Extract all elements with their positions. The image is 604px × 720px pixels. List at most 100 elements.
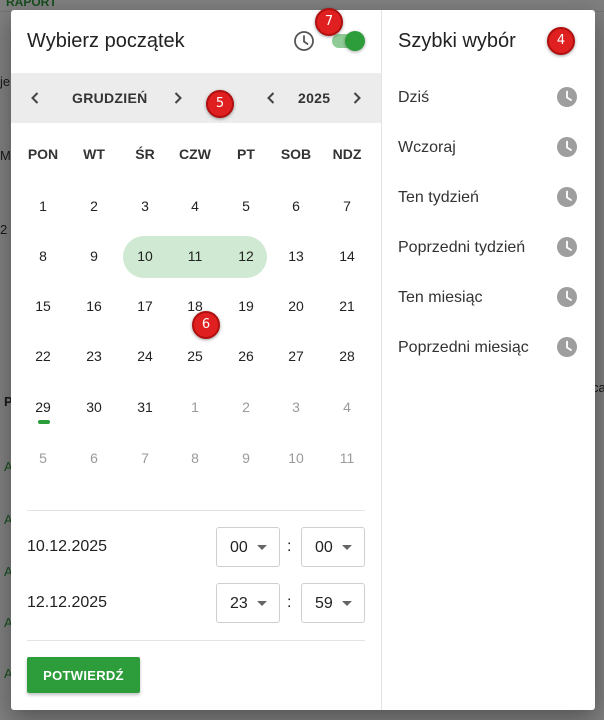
caret-down-icon <box>257 601 267 606</box>
toggle-knob <box>345 31 365 51</box>
picker-title: Wybierz początek <box>27 30 185 52</box>
calendar-day[interactable]: 9 <box>221 438 271 478</box>
end-minute-select[interactable]: 59 <box>301 583 365 623</box>
start-hour-select[interactable]: 00 <box>216 527 280 567</box>
calendar-day[interactable]: 4 <box>322 387 372 427</box>
calendar-day[interactable]: 15 <box>18 286 68 326</box>
calendar-day[interactable]: 17 <box>120 286 170 326</box>
annotation-marker: 6 <box>192 311 220 339</box>
quick-select-title: Szybki wybór <box>398 30 516 52</box>
annotation-marker: 7 <box>315 8 343 36</box>
confirm-button[interactable]: POTWIERDŹ <box>27 657 140 693</box>
quick-select-item[interactable]: Dziś <box>382 78 595 118</box>
calendar-day[interactable]: 2 <box>221 387 271 427</box>
next-year-chevron-right-icon[interactable] <box>347 88 367 108</box>
time-toggle[interactable] <box>332 31 365 51</box>
clock-icon <box>294 31 314 51</box>
calendar-day[interactable]: 14 <box>322 236 372 276</box>
end-hour-value: 23 <box>230 595 248 612</box>
start-minute-select[interactable]: 00 <box>301 527 365 567</box>
quick-select-label: Dziś <box>398 89 430 106</box>
calendar-day[interactable]: 7 <box>120 438 170 478</box>
calendar-day[interactable]: 22 <box>18 336 68 376</box>
quick-select-label: Wczoraj <box>398 139 456 156</box>
today-indicator <box>38 420 50 424</box>
clock-icon <box>557 287 577 307</box>
calendar-day[interactable]: 16 <box>69 286 119 326</box>
quick-select-panel: Szybki wybór Dziś Wczoraj Ten tydzień Poprz… <box>381 10 595 710</box>
clock-icon <box>557 337 577 357</box>
calendar-day[interactable]: 30 <box>69 387 119 427</box>
weekday-label: NDZ <box>332 146 362 162</box>
calendar-day[interactable]: 21 <box>322 286 372 326</box>
quick-select-label: Poprzedni tydzień <box>398 239 526 256</box>
calendar-day[interactable]: 5 <box>18 438 68 478</box>
time-colon: : <box>287 538 292 555</box>
calendar-day[interactable]: 3 <box>271 387 321 427</box>
calendar-day[interactable]: 7 <box>322 186 372 226</box>
calendar-day[interactable]: 4 <box>170 186 220 226</box>
weekday-label: PON <box>27 146 59 162</box>
calendar-day[interactable]: 5 <box>221 186 271 226</box>
calendar-day[interactable]: 28 <box>322 336 372 376</box>
clock-icon <box>557 187 577 207</box>
start-date-text: 10.12.2025 <box>27 538 108 555</box>
date-picker-dialog: Wybierz początek GRUDZIEŃ 2025 PON WT ŚR… <box>11 10 595 710</box>
calendar-day[interactable]: 10 <box>120 236 170 276</box>
calendar-day[interactable]: 2 <box>69 186 119 226</box>
start-minute-value: 00 <box>315 539 333 556</box>
calendar-day[interactable]: 8 <box>18 236 68 276</box>
next-month-chevron-right-icon[interactable] <box>168 88 188 108</box>
calendar-day[interactable]: 3 <box>120 186 170 226</box>
quick-select-item[interactable]: Ten miesiąc <box>382 278 595 318</box>
quick-select-item[interactable]: Poprzedni miesiąc <box>382 328 595 368</box>
divider <box>27 640 365 641</box>
annotation-marker: 5 <box>206 90 234 118</box>
calendar-panel: Wybierz początek GRUDZIEŃ 2025 PON WT ŚR… <box>11 10 381 710</box>
quick-select-item[interactable]: Ten tydzień <box>382 178 595 218</box>
weekday-label: CZW <box>179 146 211 162</box>
divider <box>27 510 365 511</box>
calendar-day[interactable]: 12 <box>221 236 271 276</box>
prev-year-chevron-left-icon[interactable] <box>261 88 281 108</box>
calendar-day[interactable]: 6 <box>271 186 321 226</box>
calendar-day[interactable]: 11 <box>170 236 220 276</box>
caret-down-icon <box>342 601 352 606</box>
annotation-marker: 4 <box>547 27 575 55</box>
calendar-day[interactable]: 19 <box>221 286 271 326</box>
calendar-day[interactable]: 1 <box>18 186 68 226</box>
weekday-label: ŚR <box>135 146 155 162</box>
end-hour-select[interactable]: 23 <box>216 583 280 623</box>
year-label[interactable]: 2025 <box>298 90 330 106</box>
calendar-day[interactable]: 11 <box>322 438 372 478</box>
quick-select-item[interactable]: Wczoraj <box>382 128 595 168</box>
weekday-label: WT <box>83 146 105 162</box>
clock-icon <box>557 137 577 157</box>
calendar-day[interactable]: 27 <box>271 336 321 376</box>
start-hour-value: 00 <box>230 539 248 556</box>
calendar-day[interactable]: 13 <box>271 236 321 276</box>
quick-select-item[interactable]: Poprzedni tydzień <box>382 228 595 268</box>
month-label[interactable]: GRUDZIEŃ <box>72 90 148 106</box>
end-minute-value: 59 <box>315 595 333 612</box>
caret-down-icon <box>257 545 267 550</box>
calendar-day[interactable]: 26 <box>221 336 271 376</box>
clock-icon <box>557 87 577 107</box>
month-year-navigation: GRUDZIEŃ 2025 <box>11 73 381 123</box>
prev-month-chevron-left-icon[interactable] <box>25 88 45 108</box>
time-colon: : <box>287 594 292 611</box>
quick-select-label: Poprzedni miesiąc <box>398 339 529 356</box>
calendar-day[interactable]: 6 <box>69 438 119 478</box>
caret-down-icon <box>342 545 352 550</box>
quick-select-label: Ten tydzień <box>398 189 479 206</box>
calendar-day[interactable]: 8 <box>170 438 220 478</box>
calendar-day[interactable]: 23 <box>69 336 119 376</box>
calendar-day[interactable]: 1 <box>170 387 220 427</box>
calendar-day[interactable]: 9 <box>69 236 119 276</box>
calendar-day[interactable]: 24 <box>120 336 170 376</box>
calendar-day[interactable]: 25 <box>170 336 220 376</box>
calendar-day[interactable]: 31 <box>120 387 170 427</box>
calendar-day[interactable]: 20 <box>271 286 321 326</box>
weekday-label: SOB <box>280 146 312 162</box>
calendar-day[interactable]: 10 <box>271 438 321 478</box>
